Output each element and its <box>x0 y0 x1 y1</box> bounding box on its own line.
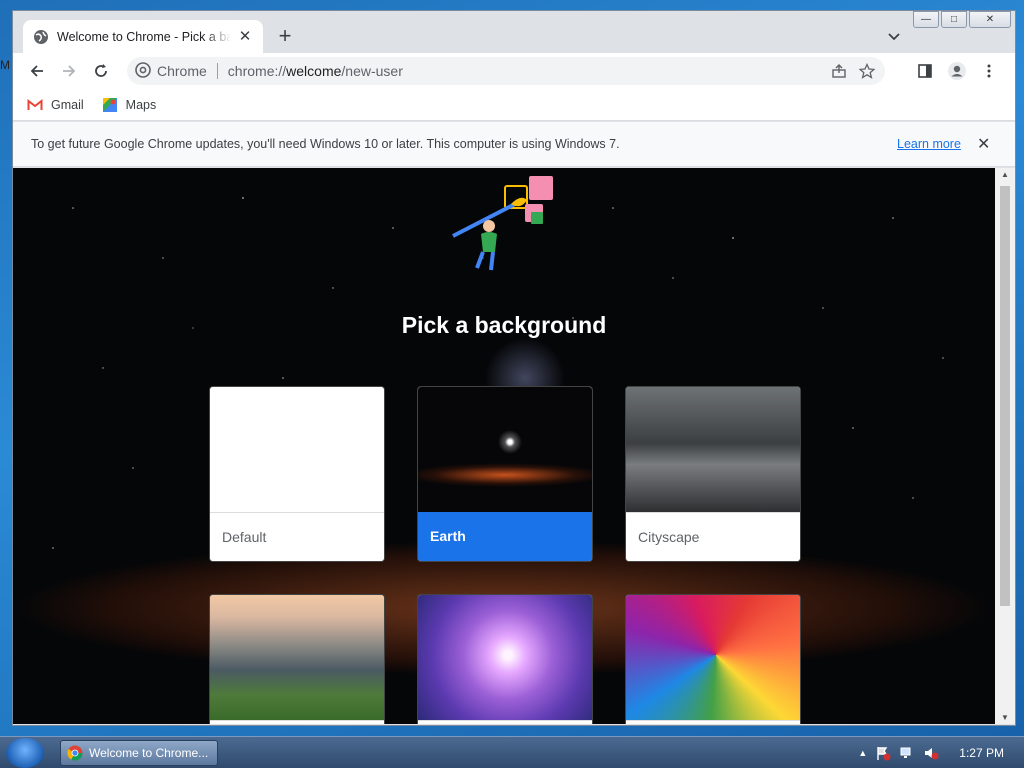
scroll-up-arrow-icon[interactable]: ▲ <box>1000 170 1010 179</box>
maximize-button[interactable]: □ <box>941 11 967 28</box>
bookmark-gmail-label: Gmail <box>51 97 84 112</box>
window-controls: — □ ✕ <box>911 11 1011 28</box>
tab-close-icon[interactable]: ✕ <box>237 28 253 45</box>
card-label: Cityscape <box>626 512 800 561</box>
tab-title: Welcome to Chrome - Pick a background <box>57 29 231 44</box>
share-button[interactable] <box>825 57 853 85</box>
action-center-flag-icon[interactable] <box>875 745 891 761</box>
side-panel-button[interactable] <box>911 57 939 85</box>
address-bar[interactable]: Chrome chrome://welcome/new-user <box>127 57 885 85</box>
bookmark-gmail[interactable]: Gmail <box>27 97 84 113</box>
background-card-default[interactable]: Default <box>209 386 385 562</box>
minimize-button[interactable]: — <box>913 11 939 28</box>
card-label <box>626 720 800 724</box>
new-tab-button[interactable]: + <box>273 25 297 49</box>
star-icon <box>859 63 875 79</box>
profile-button[interactable] <box>943 57 971 85</box>
tab-search-chevron-icon[interactable] <box>885 27 903 45</box>
taskbar-item-label: Welcome to Chrome... <box>89 746 209 760</box>
cityscape-thumbnail <box>626 387 800 512</box>
learn-more-link[interactable]: Learn more <box>897 137 961 151</box>
maps-icon <box>102 97 118 113</box>
taskbar: Welcome to Chrome... ▲ 1:27 PM <box>0 736 1024 768</box>
network-icon[interactable] <box>899 745 915 761</box>
page-scrollbar[interactable]: ▲ ▼ <box>995 168 1015 724</box>
tab-strip: Welcome to Chrome - Pick a background ✕ … <box>13 11 1015 53</box>
chrome-globe-icon <box>33 29 49 45</box>
avatar-icon <box>948 62 966 80</box>
gmail-icon <box>27 97 43 113</box>
forward-arrow-icon <box>63 65 76 77</box>
window-close-button[interactable]: ✕ <box>969 11 1011 28</box>
card-label: Default <box>210 512 384 561</box>
background-card-earth[interactable]: Earth <box>417 386 593 562</box>
landscape-thumbnail <box>210 595 384 720</box>
bookmark-star-button[interactable] <box>853 57 881 85</box>
page-title: Pick a background <box>401 312 607 338</box>
chrome-logo-icon <box>135 61 151 81</box>
share-icon <box>832 64 846 78</box>
reload-button[interactable] <box>87 57 115 85</box>
bookmark-maps-label: Maps <box>125 97 157 112</box>
chrome-logo-icon <box>67 745 83 761</box>
kebab-menu-icon <box>987 64 991 78</box>
start-button[interactable] <box>6 738 44 768</box>
tray-expand-icon[interactable]: ▲ <box>858 748 867 758</box>
desktop-edge-text: M <box>0 58 10 72</box>
forward-button[interactable] <box>55 57 83 85</box>
default-thumbnail <box>210 387 384 512</box>
galaxy-thumbnail <box>418 595 592 720</box>
background-card-galaxy[interactable] <box>417 594 593 724</box>
url-text: chrome://welcome/new-user <box>227 63 403 79</box>
system-tray: ▲ 1:27 PM <box>858 737 1024 768</box>
earth-thumbnail <box>418 387 592 512</box>
reload-icon <box>95 64 107 77</box>
background-card-cityscape[interactable]: Cityscape <box>625 386 801 562</box>
card-label <box>418 720 592 724</box>
card-label <box>210 720 384 724</box>
infobar-close-icon[interactable]: ✕ <box>977 134 990 154</box>
geometric-thumbnail <box>626 595 800 720</box>
back-button[interactable] <box>23 57 51 85</box>
taskbar-item-chrome[interactable]: Welcome to Chrome... <box>60 740 218 766</box>
toolbar: Chrome chrome://welcome/new-user <box>13 53 1015 89</box>
menu-button[interactable] <box>975 57 1003 85</box>
infobar-message: To get future Google Chrome updates, you… <box>31 137 620 151</box>
painter-illustration <box>452 176 553 271</box>
tab-welcome[interactable]: Welcome to Chrome - Pick a background ✕ <box>23 20 263 53</box>
scroll-down-arrow-icon[interactable]: ▼ <box>1000 713 1010 722</box>
background-card-geometric[interactable] <box>625 594 801 724</box>
clock[interactable]: 1:27 PM <box>959 746 1004 760</box>
scrollbar-thumb[interactable] <box>1000 186 1010 606</box>
bookmarks-bar: Gmail Maps <box>13 89 1015 121</box>
bookmark-maps[interactable]: Maps <box>102 97 157 113</box>
side-panel-icon <box>918 64 932 78</box>
card-label: Earth <box>418 512 592 561</box>
omnibox-separator <box>216 63 218 79</box>
back-arrow-icon <box>30 65 43 77</box>
update-infobar: To get future Google Chrome updates, you… <box>13 122 1015 167</box>
welcome-page: Pick a background Default Earth Cityscap… <box>13 168 995 724</box>
site-chip-label: Chrome <box>157 63 207 79</box>
background-card-landscape[interactable] <box>209 594 385 724</box>
browser-window: Welcome to Chrome - Pick a background ✕ … <box>12 10 1016 726</box>
volume-muted-icon[interactable] <box>923 745 939 761</box>
